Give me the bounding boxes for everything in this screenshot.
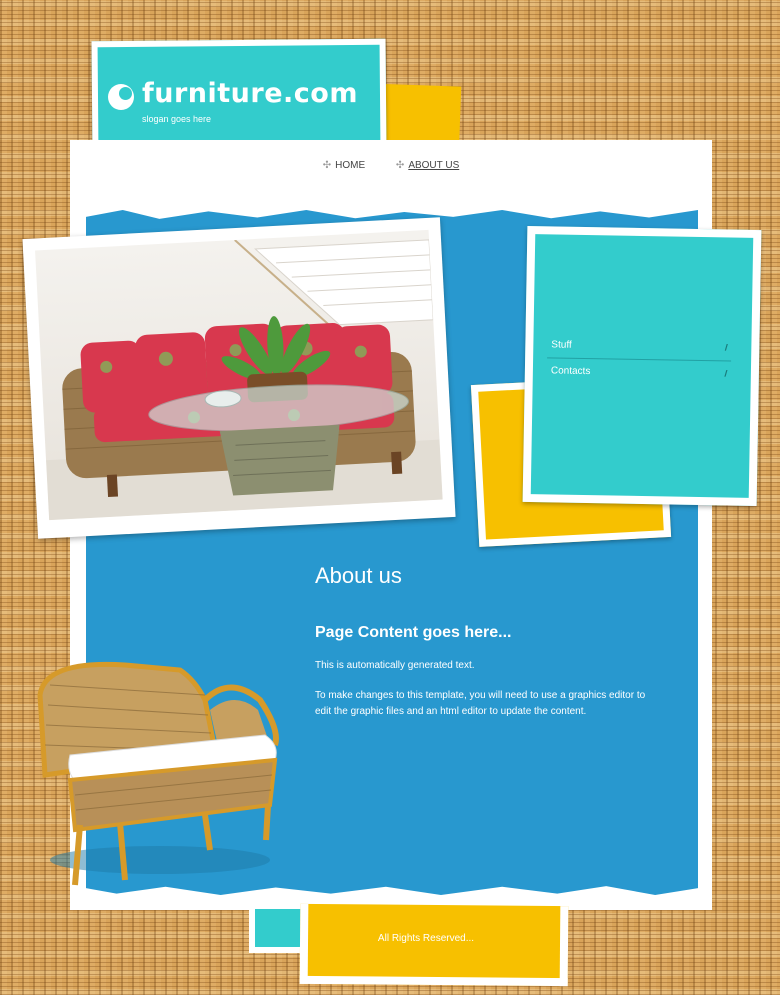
sidebar-menu: Stuff // Contacts // — [547, 332, 732, 386]
nav-item-home[interactable]: ✣ HOME — [323, 160, 365, 171]
sofa-illustration — [46, 239, 443, 521]
footer-yellow-paper — [299, 903, 569, 987]
nav-bullet-icon: ✣ — [395, 160, 405, 171]
sidebar-item-label: Contacts — [550, 365, 591, 378]
wicker-bench-image — [37, 661, 279, 886]
sidebar-panel: Stuff // Contacts // — [522, 225, 762, 507]
content-paragraph: This is automatically generated text. — [315, 660, 475, 671]
page-title: About us — [315, 563, 402, 588]
sofa-photo-frame — [22, 217, 456, 539]
sidebar-item-label: Stuff — [551, 339, 572, 351]
nav-item-about[interactable]: ✣ ABOUT US — [396, 160, 459, 171]
footer-copyright: All Rights Reserved... — [377, 933, 475, 944]
nav-item-label: ABOUT US — [408, 160, 460, 171]
nav-item-label: HOME — [335, 160, 366, 171]
content-subheading: Page Content goes here... — [315, 624, 512, 641]
sofa-photo — [35, 229, 443, 521]
nav-bullet-icon: ✣ — [322, 160, 332, 171]
logo-mark-icon — [108, 84, 134, 110]
site-title[interactable]: furniture.com — [142, 78, 358, 109]
slogan: slogan goes here — [142, 114, 212, 124]
top-nav: ✣ HOME ✣ ABOUT US — [70, 160, 712, 180]
sidebar-item-stuff[interactable]: Stuff // — [547, 332, 732, 362]
content-paragraph: To make changes to this template, you wi… — [315, 690, 646, 717]
sidebar-item-contacts[interactable]: Contacts // — [547, 358, 731, 386]
